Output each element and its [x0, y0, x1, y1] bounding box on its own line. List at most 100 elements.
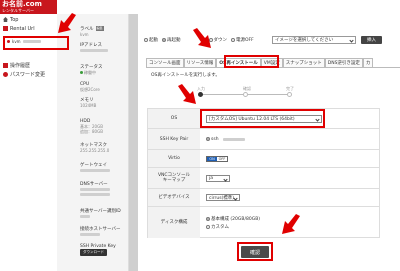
ssh-row: SSH Key Pair ssh [148, 129, 379, 150]
info-label: ゲートウェイ [80, 163, 107, 168]
info-value: 仮想2Core [80, 87, 100, 92]
redacted-text [22, 39, 41, 43]
sidebar-item-kvm[interactable]: kvm [7, 37, 55, 45]
sidebar-item-label: Rental Url [10, 25, 35, 32]
server-info-panel: ラベル 編集 kvm IPアドレス ステータス 稼働中 CPU 仮想2Core メ… [57, 14, 129, 271]
insert-button[interactable]: 挿入 [361, 36, 382, 44]
redacted-text [80, 233, 100, 236]
logo-subtitle: レンタルサーバー [2, 8, 34, 13]
redacted-text [80, 49, 108, 52]
info-ip-row: IPアドレス [80, 43, 125, 54]
tab-resources[interactable]: リソース情報 [183, 58, 217, 67]
redacted-text [80, 193, 110, 196]
chevron-down-icon [315, 116, 320, 122]
chevron-down-icon [233, 196, 238, 201]
info-value: 255.255.255.0 [80, 148, 110, 153]
info-hdd-row: HDD 基本：20GB 追加：80GB [80, 119, 125, 134]
radio-shutdown[interactable]: ダウン [208, 37, 227, 43]
info-value: 追加：80GB [80, 129, 103, 134]
info-memory-row: メモリ 1024MB [80, 98, 125, 108]
image-select[interactable]: イメージを選択してください [272, 36, 356, 44]
tab-dns-reverse[interactable]: DNS逆引き設定 [324, 58, 363, 67]
sidebar-item-server[interactable]: Rental Url [0, 24, 57, 33]
disk-custom-radio[interactable]: カスタム [206, 224, 229, 230]
info-shared-id-row: 共通サーバー識別ID [80, 209, 125, 220]
info-cpu-row: CPU 仮想2Core [80, 82, 125, 92]
reinstall-form: OS [カスタムOS] Ubuntu 12.04 LTS (64bit) SSH… [147, 108, 380, 238]
tab-snapshot[interactable]: スナップショット [282, 58, 325, 67]
radio-start[interactable]: 起動 [144, 37, 158, 43]
info-value: 稼働中 [84, 70, 96, 75]
vnc-label: VNCコンソール キーマップ [148, 168, 200, 188]
video-device-select[interactable]: cirrus(標準) [206, 194, 240, 201]
tab-vm-settings[interactable]: VM設定 [260, 58, 283, 67]
info-label-row: ラベル 編集 kvm [80, 26, 125, 37]
home-icon [3, 17, 8, 22]
edit-badge[interactable]: 編集 [95, 26, 104, 31]
virtio-label: Virtio [148, 150, 200, 167]
virtio-toggle[interactable]: ON OFF [206, 155, 228, 162]
step-dot-input [198, 92, 203, 97]
ssh-key-radio[interactable]: ssh [206, 137, 219, 142]
sidebar-item-top[interactable]: Top [0, 15, 57, 24]
bullet-icon [7, 39, 10, 43]
toggle-off[interactable]: OFF [217, 156, 227, 161]
install-title: OS再インストールを実行します。 [151, 73, 220, 78]
disk-basic-radio[interactable]: 基本構成 (20GB/80GB) [206, 216, 260, 222]
history-icon [3, 63, 8, 68]
video-label: ビデオデバイス [148, 189, 200, 206]
logo-title: お名前.com [2, 0, 42, 8]
redacted-text [80, 188, 110, 191]
os-select[interactable]: [カスタムOS] Ubuntu 12.04 LTS (64bit) [206, 114, 322, 123]
server-icon [3, 26, 8, 31]
info-label: IPアドレス [80, 43, 103, 48]
info-host-row: 接続ホストサーバー [80, 227, 125, 238]
sidebar-item-label: 操作履歴 [10, 63, 31, 69]
step-dot-complete [287, 92, 292, 97]
info-label: 接続ホストサーバー [80, 227, 121, 232]
info-dns-row: DNSサーバー [80, 182, 125, 196]
info-gateway-row: ゲートウェイ [80, 163, 125, 174]
redacted-text [80, 169, 110, 172]
sidebar-item-label: パスワード変更 [10, 72, 46, 78]
logo[interactable]: お名前.com レンタルサーバー [0, 0, 57, 14]
info-value: 1024MB [80, 103, 97, 108]
ssh-label: SSH Key Pair [148, 129, 200, 149]
disk-label: ディスク構成 [148, 207, 200, 238]
power-controls: 起動 再起動 ダウン 電源OFF [144, 36, 258, 44]
sidebar-item-password[interactable]: パスワード変更 [0, 70, 57, 79]
tab-os-reinstall[interactable]: OS再インストール [216, 58, 261, 67]
sidebar-item-label: Top [10, 16, 19, 23]
os-label: OS [148, 109, 200, 128]
key-icon [3, 72, 8, 77]
info-status-row: ステータス 稼働中 [80, 65, 125, 75]
sidebar-sub-label: kvm [12, 38, 21, 44]
radio-power-off[interactable]: 電源OFF [231, 37, 254, 43]
sidebar-item-history[interactable]: 操作履歴 [0, 61, 57, 70]
info-ssh-key-row: SSH Private Key ダウンロード [80, 244, 125, 256]
disk-row: ディスク構成 基本構成 (20GB/80GB) カスタム [148, 207, 379, 238]
tab-console[interactable]: コンソール画面 [146, 58, 184, 67]
confirm-button[interactable]: 確認 [241, 246, 269, 258]
toggle-on[interactable]: ON [207, 156, 217, 161]
redacted-text [222, 137, 245, 141]
info-netmask-row: ネットマスク 255.255.255.0 [80, 143, 125, 153]
tab-bar: コンソール画面 リソース情報 OS再インストール VM設定 スナップショット D… [146, 58, 374, 67]
tab-more[interactable]: カ [362, 58, 374, 67]
radio-restart[interactable]: 再起動 [162, 37, 181, 43]
virtio-row: Virtio ON OFF [148, 150, 379, 168]
info-label: 共通サーバー識別ID [80, 209, 121, 214]
divider-strip [129, 14, 138, 271]
vnc-keymap-select[interactable]: ja [206, 174, 230, 182]
vnc-row: VNCコンソール キーマップ ja [148, 168, 379, 189]
header: お名前.com レンタルサーバー [0, 0, 400, 14]
step-dot-confirm [243, 92, 248, 97]
info-value: kvm [80, 32, 89, 37]
redacted-text [80, 215, 90, 218]
tabs-divider [146, 67, 400, 68]
download-button[interactable]: ダウンロード [80, 249, 107, 256]
running-icon [80, 71, 83, 74]
chevron-down-icon [349, 38, 354, 43]
info-label: DNSサーバー [80, 182, 108, 187]
video-row: ビデオデバイス cirrus(標準) [148, 189, 379, 207]
